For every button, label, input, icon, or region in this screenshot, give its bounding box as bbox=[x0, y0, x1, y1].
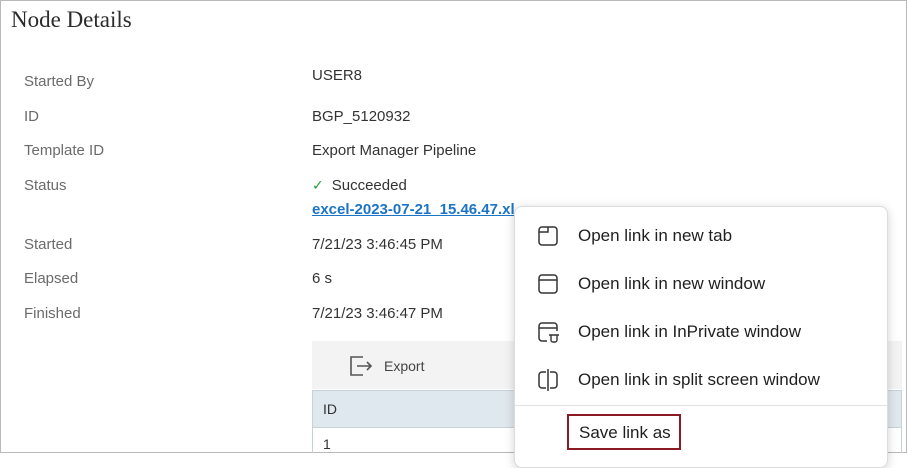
split-screen-icon bbox=[538, 369, 558, 391]
context-menu: Open link in new tab Open link in new wi… bbox=[514, 206, 888, 468]
menu-item-label: Open link in InPrivate window bbox=[578, 322, 802, 341]
detail-row-started-by: Started By USER8 bbox=[0, 67, 900, 95]
page-title: Node Details bbox=[11, 7, 132, 32]
detail-value: 7/21/23 3:46:45 PM bbox=[312, 236, 443, 253]
export-button[interactable]: Export bbox=[348, 353, 424, 379]
menu-item-open-new-window[interactable]: Open link in new window bbox=[515, 261, 887, 305]
new-window-icon bbox=[538, 274, 558, 294]
detail-label: Started bbox=[24, 236, 73, 253]
menu-item-open-split-screen[interactable]: Open link in split screen window bbox=[515, 357, 887, 401]
menu-separator bbox=[515, 405, 887, 406]
new-tab-icon bbox=[538, 226, 558, 246]
detail-label: Finished bbox=[24, 305, 81, 322]
detail-label: Template ID bbox=[24, 142, 105, 159]
menu-item-label: Save link as bbox=[579, 423, 671, 442]
menu-item-label: Open link in split screen window bbox=[578, 370, 820, 389]
detail-label: ID bbox=[24, 108, 39, 125]
grid-cell-id: 1 bbox=[323, 436, 331, 452]
detail-label: Started By bbox=[24, 73, 95, 90]
export-icon bbox=[350, 356, 373, 376]
menu-item-open-new-tab[interactable]: Open link in new tab bbox=[515, 213, 887, 257]
detail-row-status: Status ✓ Succeeded bbox=[0, 177, 900, 199]
menu-item-label: Open link in new window bbox=[578, 274, 766, 293]
detail-value: USER8 bbox=[312, 67, 363, 84]
export-label: Export bbox=[384, 358, 425, 374]
status-text: Succeeded bbox=[331, 177, 407, 194]
detail-row-template-id: Template ID Export Manager Pipeline bbox=[0, 142, 900, 164]
detail-value: 7/21/23 3:46:47 PM bbox=[312, 305, 443, 322]
detail-label: Status bbox=[24, 177, 67, 194]
detail-row-id: ID BGP_5120932 bbox=[0, 108, 900, 130]
detail-value: Export Manager Pipeline bbox=[312, 142, 477, 159]
menu-item-save-link-as[interactable]: Save link as bbox=[567, 414, 681, 450]
detail-value: 6 s bbox=[312, 270, 333, 287]
inprivate-window-icon bbox=[538, 322, 559, 343]
status-value: ✓ Succeeded bbox=[312, 177, 407, 194]
check-icon: ✓ bbox=[312, 177, 324, 193]
detail-value: BGP_5120932 bbox=[312, 108, 411, 125]
menu-item-label: Open link in new tab bbox=[578, 226, 733, 245]
detail-label: Elapsed bbox=[24, 270, 79, 287]
output-file-link[interactable]: excel-2023-07-21_15.46.47.xl bbox=[312, 201, 515, 218]
grid-header-id[interactable]: ID bbox=[323, 401, 337, 417]
menu-item-open-inprivate[interactable]: Open link in InPrivate window bbox=[515, 309, 887, 353]
